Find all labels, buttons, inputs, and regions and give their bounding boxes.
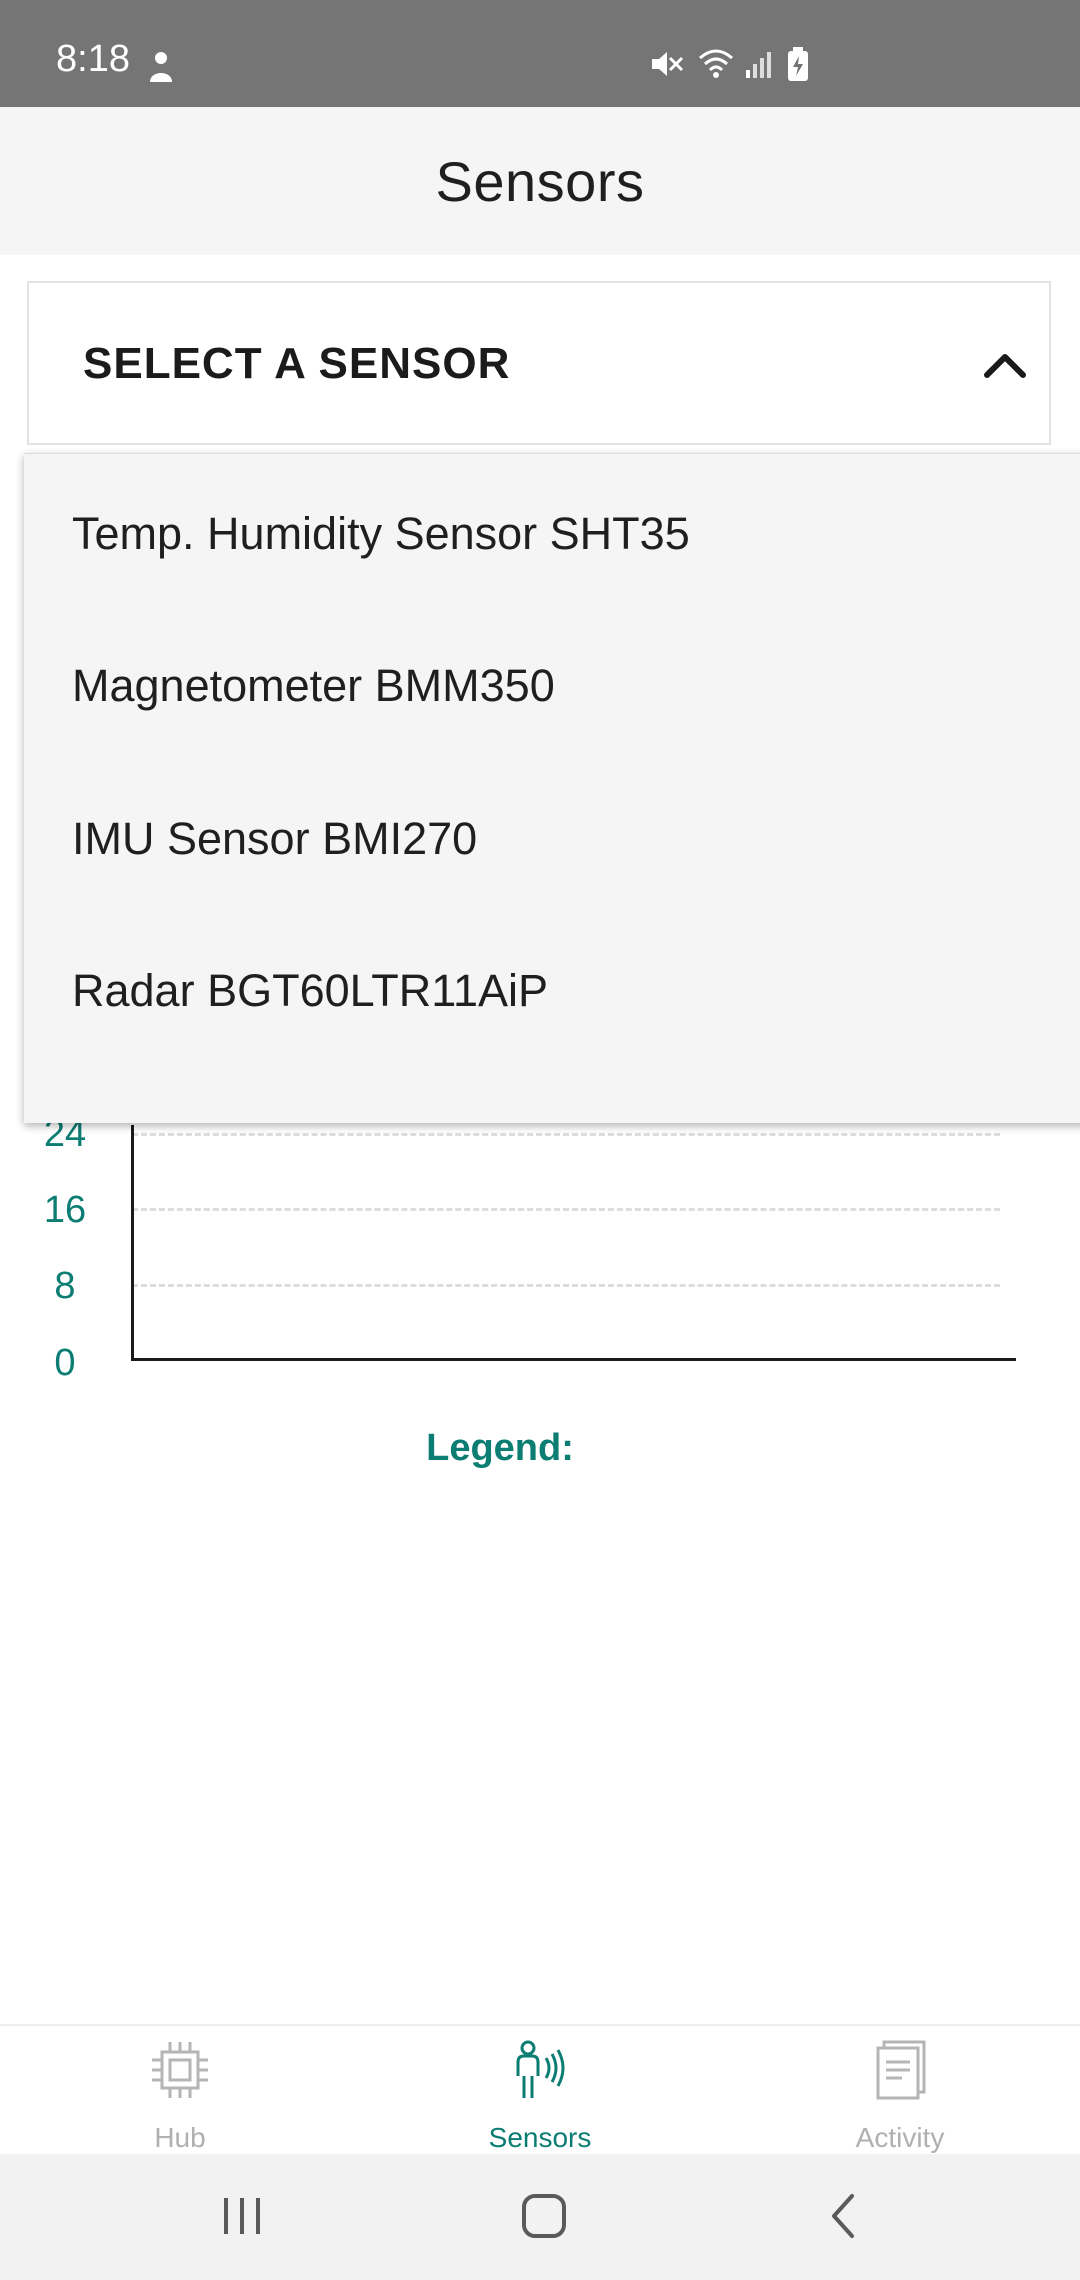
sensor-select[interactable]: SELECT A SENSOR: [27, 281, 1051, 445]
chart-legend-label: Legend:: [426, 1427, 574, 1469]
sensor-option[interactable]: IMU Sensor BMI270: [72, 794, 1022, 884]
y-tick-label: 8: [54, 1265, 76, 1307]
tab-activity[interactable]: Activity: [780, 2026, 1020, 2156]
gridline: [132, 1284, 1000, 1287]
back-icon[interactable]: [820, 2192, 868, 2240]
tab-sensors[interactable]: Sensors: [420, 2026, 660, 2156]
notification-person-icon: [150, 52, 172, 82]
sensor-select-label: SELECT A SENSOR: [83, 339, 511, 388]
sensor-option[interactable]: Radar BGT60LTR11AiP: [72, 946, 1022, 1036]
sensor-option[interactable]: Temp. Humidity Sensor SHT35: [72, 489, 1022, 579]
system-nav-bar: [0, 2154, 1080, 2280]
gridline: [132, 1208, 1000, 1211]
status-bar: 8:18: [0, 0, 1080, 107]
sensor-option[interactable]: Magnetometer BMM350: [72, 641, 1022, 731]
chevron-up-icon[interactable]: [981, 341, 1029, 389]
bottom-tab-bar: Hub Sensors Activity: [0, 2024, 1080, 2156]
person-radar-icon: [516, 2040, 565, 2098]
signal-icon: [746, 52, 771, 78]
home-icon[interactable]: [520, 2192, 568, 2240]
status-time: 8:18: [56, 38, 130, 80]
x-axis: [131, 1358, 1016, 1361]
y-tick-label: 16: [43, 1189, 87, 1231]
mute-icon: [652, 52, 684, 76]
chip-icon: [152, 2042, 208, 2098]
y-axis: [131, 1125, 134, 1361]
tab-hub[interactable]: Hub: [60, 2026, 300, 2156]
tab-label: Sensors: [488, 2122, 592, 2153]
document-icon: [876, 2040, 926, 2100]
wifi-icon: [699, 49, 733, 78]
tab-label: Activity: [855, 2122, 945, 2153]
app-bar: Sensors: [0, 107, 1080, 255]
gridline: [132, 1133, 1000, 1136]
tab-label: Hub: [154, 2122, 206, 2153]
recents-icon[interactable]: [218, 2192, 266, 2240]
page-title: Sensors: [435, 149, 645, 213]
battery-charging-icon: [788, 47, 808, 81]
sensor-dropdown-menu: Temp. Humidity Sensor SHT35 Magnetometer…: [24, 453, 1080, 1123]
y-tick-label: 0: [54, 1342, 76, 1384]
